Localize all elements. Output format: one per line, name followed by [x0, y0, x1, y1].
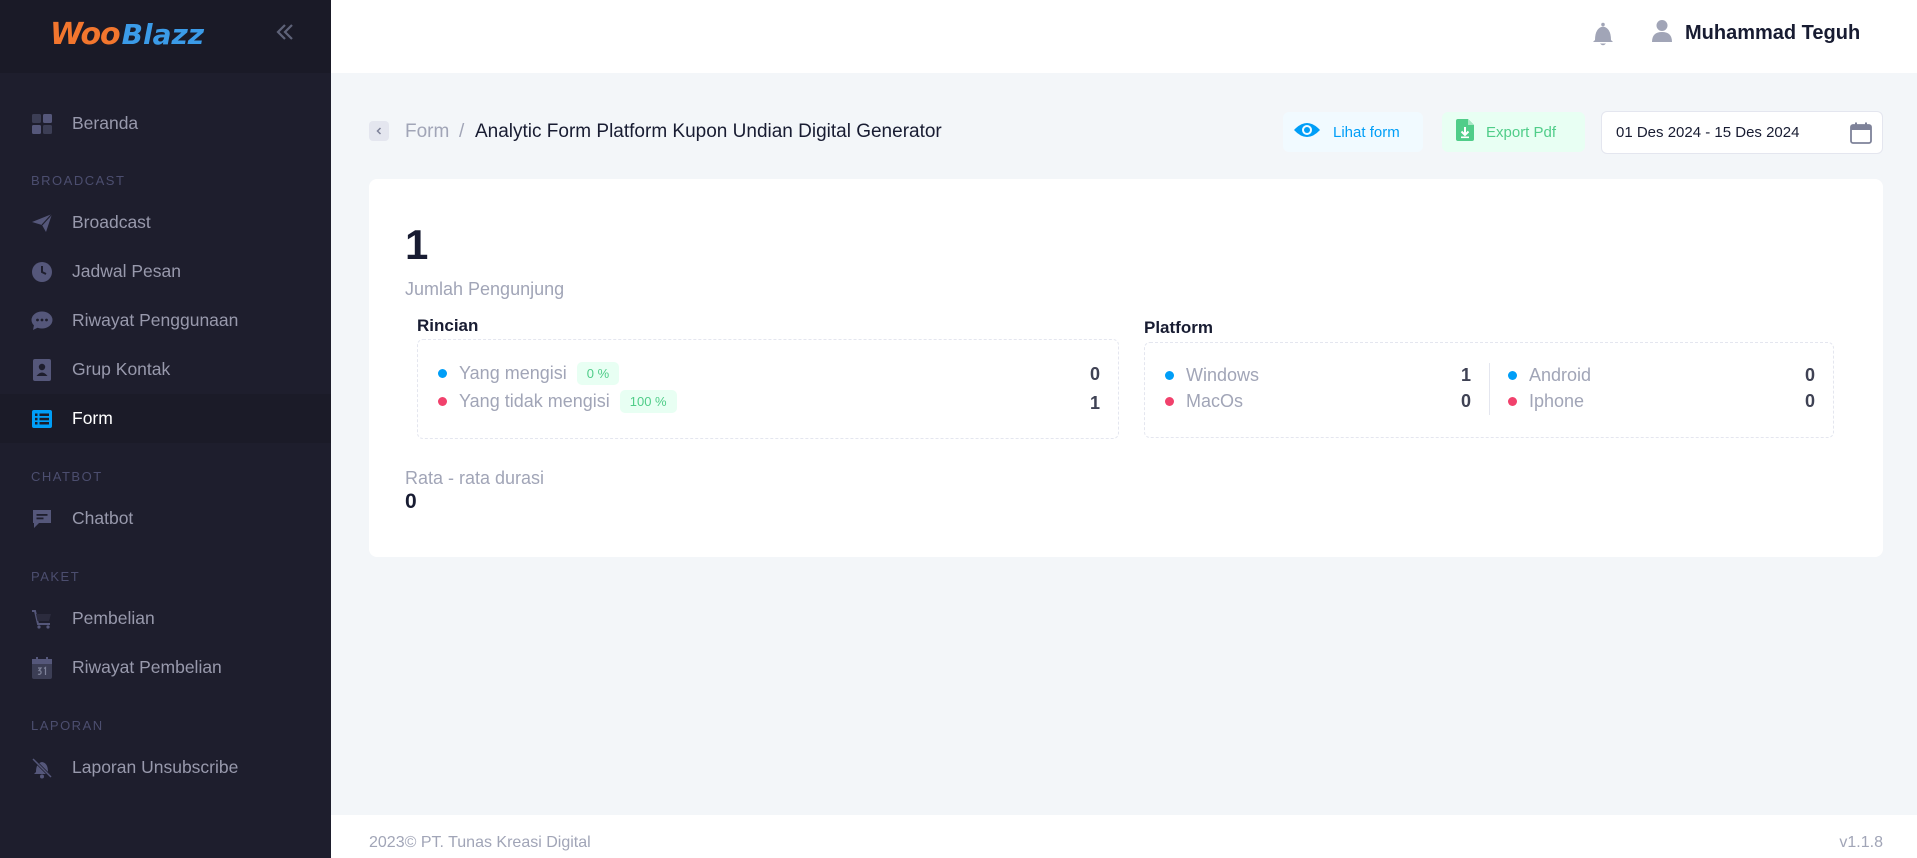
- chevron-left-icon: [376, 127, 382, 135]
- sidebar-item-label: Chatbot: [72, 508, 134, 528]
- sidebar-item-riwayat-pembelian[interactable]: Riwayat Pembelian: [0, 643, 331, 692]
- wooblazz-logo[interactable]: Woo Blazz: [50, 8, 204, 60]
- red-dot: [1165, 397, 1174, 406]
- platform-row-iphone: Iphone: [1508, 391, 1584, 412]
- analytics-card: 1 Jumlah Pengunjung Rincian Yang mengisi…: [369, 179, 1883, 557]
- page-title: Analytic Form Platform Kupon Undian Digi…: [475, 121, 942, 142]
- sidebar-item-label: Riwayat Pembelian: [72, 657, 222, 677]
- rincian-row-tidak-mengisi: Yang tidak mengisi 100 %: [438, 390, 677, 413]
- version-text: v1.1.8: [1839, 834, 1883, 851]
- rincian-label: Yang tidak mengisi: [459, 391, 610, 411]
- sidebar-item-beranda[interactable]: Beranda: [0, 99, 331, 148]
- sidebar-item-riwayat-penggunaan[interactable]: Riwayat Penggunaan: [0, 296, 331, 345]
- platform-value: 0: [1804, 391, 1815, 411]
- platform-row-macos: MacOs: [1165, 391, 1243, 412]
- export-pdf-button[interactable]: Export Pdf: [1442, 112, 1585, 152]
- sidebar-item-label: Laporan Unsubscribe: [72, 757, 239, 777]
- percentage-badge: 0 %: [576, 362, 620, 385]
- paper-plane-icon: [30, 211, 54, 235]
- breadcrumb-form-link[interactable]: Form: [405, 121, 449, 143]
- platform-label: MacOs: [1186, 391, 1244, 411]
- percentage-badge: 100 %: [619, 390, 677, 413]
- sidebar-item-pembelian[interactable]: Pembelian: [0, 594, 331, 643]
- platform-label: Iphone: [1529, 391, 1585, 411]
- copyright-text: 2023© PT. Tunas Kreasi Digital: [369, 834, 591, 851]
- section-laporan: LAPORAN: [31, 718, 104, 733]
- view-form-label: Lihat form: [1333, 123, 1400, 141]
- sidebar-menu: Beranda BROADCAST Broadcast Jadwal Pesan…: [0, 73, 331, 792]
- date-range-value: 01 Des 2024 - 15 Des 2024: [1616, 124, 1800, 141]
- list-icon: [30, 407, 54, 431]
- user-menu[interactable]: Muhammad Teguh: [1651, 19, 1860, 47]
- platform-value: 1: [1460, 365, 1471, 385]
- blue-dot: [1165, 371, 1174, 380]
- rincian-value: 0: [1089, 364, 1100, 384]
- page-toolbar: Form / Analytic Form Platform Kupon Undi…: [369, 110, 1883, 154]
- rincian-box: Yang mengisi 0 % 0 Yang tidak mengisi 10…: [417, 339, 1119, 439]
- eye-icon: [1293, 121, 1321, 143]
- breadcrumb-separator: /: [459, 121, 465, 142]
- user-icon: [1651, 19, 1673, 47]
- platform-value: 0: [1460, 391, 1471, 411]
- platform-label: Android: [1529, 365, 1592, 385]
- sidebar-item-label: Riwayat Penggunaan: [72, 310, 239, 330]
- sidebar-item-laporan-unsubscribe[interactable]: Laporan Unsubscribe: [0, 743, 331, 792]
- rincian-title: Rincian: [417, 316, 479, 335]
- red-dot: [1508, 397, 1517, 406]
- export-pdf-label: Export Pdf: [1486, 123, 1557, 141]
- sidebar-item-form[interactable]: Form: [0, 394, 331, 443]
- sidebar-item-label: Pembelian: [72, 608, 155, 628]
- blue-dot: [1508, 371, 1517, 380]
- file-download-icon: [1456, 119, 1474, 145]
- section-paket: PAKET: [31, 569, 81, 584]
- bell-off-icon: [30, 756, 54, 780]
- platform-title: Platform: [1144, 318, 1213, 337]
- visitor-count: 1: [405, 221, 429, 268]
- sidebar: Woo Blazz Beranda BROADCAST Broadcast Jad…: [0, 0, 331, 858]
- sidebar-item-jadwal-pesan[interactable]: Jadwal Pesan: [0, 247, 331, 296]
- date-range-picker[interactable]: 01 Des 2024 - 15 Des 2024: [1601, 111, 1883, 154]
- calendar-icon[interactable]: [1850, 122, 1872, 148]
- brand-bar: Woo Blazz: [0, 0, 331, 73]
- platform-box: Windows 1 MacOs 0 Android 0 Iphone 0: [1144, 342, 1834, 438]
- sidebar-item-label: Beranda: [72, 113, 139, 133]
- rincian-row-mengisi: Yang mengisi 0 %: [438, 362, 620, 385]
- duration-value: 0: [405, 490, 417, 513]
- notification-bell-icon[interactable]: [1591, 21, 1615, 47]
- calendar-icon: [30, 656, 54, 680]
- red-dot: [438, 397, 447, 406]
- chat-bubble-icon: [30, 309, 54, 333]
- sidebar-item-broadcast[interactable]: Broadcast: [0, 198, 331, 247]
- blue-dot: [438, 369, 447, 378]
- sidebar-item-grup-kontak[interactable]: Grup Kontak: [0, 345, 331, 394]
- message-icon: [30, 507, 54, 531]
- platform-row-android: Android: [1508, 365, 1591, 386]
- rincian-label: Yang mengisi: [459, 363, 567, 383]
- visitor-count-label: Jumlah Pengunjung: [405, 279, 565, 299]
- sidebar-item-label: Grup Kontak: [72, 359, 171, 379]
- footer: 2023© PT. Tunas Kreasi Digital v1.1.8: [331, 815, 1917, 858]
- platform-row-windows: Windows: [1165, 365, 1259, 386]
- sidebar-item-label: Broadcast: [72, 212, 151, 232]
- contact-book-icon: [30, 358, 54, 382]
- collapse-sidebar-icon[interactable]: [274, 20, 296, 44]
- sidebar-item-label: Jadwal Pesan: [72, 261, 181, 281]
- platform-label: Windows: [1186, 365, 1260, 385]
- platform-divider: [1489, 363, 1490, 415]
- clock-icon: [30, 260, 54, 284]
- section-broadcast: BROADCAST: [31, 173, 126, 188]
- rincian-value: 1: [1089, 393, 1100, 413]
- sidebar-item-chatbot[interactable]: Chatbot: [0, 494, 331, 543]
- platform-value: 0: [1804, 365, 1815, 385]
- back-button[interactable]: [369, 121, 389, 141]
- user-name: Muhammad Teguh: [1685, 21, 1861, 44]
- sidebar-item-label: Form: [72, 408, 113, 428]
- top-header: Muhammad Teguh: [331, 0, 1917, 73]
- dashboard-icon: [30, 112, 54, 136]
- duration-label: Rata - rata durasi: [405, 468, 545, 488]
- section-chatbot: CHATBOT: [31, 469, 103, 484]
- view-form-button[interactable]: Lihat form: [1283, 112, 1423, 152]
- cart-icon: [30, 607, 54, 631]
